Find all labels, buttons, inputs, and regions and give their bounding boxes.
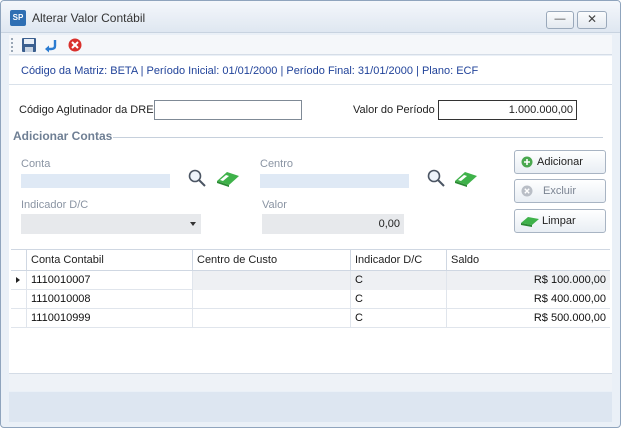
cell-saldo[interactable]: R$ 500.000,00 [447, 309, 610, 328]
current-row-icon [16, 277, 20, 283]
cell-indicador[interactable]: C [351, 290, 447, 309]
cell-centro[interactable] [193, 290, 351, 309]
minimize-button[interactable]: — [546, 11, 574, 29]
cell-conta[interactable]: 1110010007 [27, 271, 193, 290]
excluir-label: Excluir [543, 185, 577, 197]
form-content: Código da Matriz: BETA | Período Inicial… [9, 56, 612, 391]
aglutinador-input[interactable] [154, 100, 302, 120]
centro-eraser-icon[interactable] [453, 168, 479, 188]
group-title: Adicionar Contas [13, 129, 113, 143]
cancel-icon[interactable] [67, 37, 83, 53]
column-header-saldo[interactable]: Saldo [447, 250, 610, 271]
status-bar [9, 392, 612, 422]
centro-input[interactable] [260, 174, 409, 188]
row-selector[interactable] [11, 290, 27, 309]
group-divider [113, 137, 603, 138]
column-header-conta[interactable]: Conta Contabil [27, 250, 193, 271]
info-text: Código da Matriz: BETA | Período Inicial… [21, 65, 479, 77]
toolbar [9, 35, 612, 55]
add-icon [521, 156, 533, 168]
eraser-icon[interactable] [215, 168, 241, 188]
search-icon[interactable] [187, 168, 207, 188]
cell-centro[interactable] [193, 309, 351, 328]
toolbar-grip[interactable] [11, 38, 13, 52]
limpar-label: Limpar [542, 215, 576, 227]
valor-periodo-input[interactable]: 1.000.000,00 [438, 100, 577, 120]
row-selector[interactable] [11, 271, 27, 290]
adicionar-label: Adicionar [537, 156, 583, 168]
excluir-button[interactable]: Excluir [514, 179, 606, 203]
indicador-label: Indicador D/C [21, 199, 89, 211]
valor-label: Valor [262, 199, 287, 211]
adicionar-button[interactable]: Adicionar [514, 150, 606, 174]
cell-centro[interactable] [193, 271, 351, 290]
cell-saldo[interactable]: R$ 400.000,00 [447, 290, 610, 309]
aglutinador-label: Código Aglutinador da DRE [19, 104, 154, 116]
cell-indicador[interactable]: C [351, 271, 447, 290]
table-row[interactable]: 1110010007 C R$ 100.000,00 [11, 271, 610, 290]
chevron-down-icon[interactable] [190, 222, 196, 226]
remove-icon [521, 185, 533, 197]
cell-indicador[interactable]: C [351, 309, 447, 328]
table-row[interactable]: 1110010008 C R$ 400.000,00 [11, 290, 610, 309]
accounts-table[interactable]: Conta Contabil Centro de Custo Indicador… [11, 249, 610, 391]
window-title: Alterar Valor Contábil [32, 11, 146, 25]
valor-periodo-label: Valor do Período [353, 104, 435, 116]
cell-conta[interactable]: 1110010999 [27, 309, 193, 328]
cell-saldo[interactable]: R$ 100.000,00 [447, 271, 610, 290]
centro-search-icon[interactable] [426, 168, 446, 188]
column-header-centro[interactable]: Centro de Custo [193, 250, 351, 271]
table-row[interactable]: 1110010999 C R$ 500.000,00 [11, 309, 610, 328]
table-footer [9, 373, 612, 391]
table-header: Conta Contabil Centro de Custo Indicador… [11, 250, 610, 271]
app-icon: SP [10, 10, 26, 26]
column-header-indicador[interactable]: Indicador D/C [351, 250, 447, 271]
eraser-icon [521, 217, 539, 227]
valor-input[interactable]: 0,00 [262, 214, 404, 234]
header-indicator-cell [11, 250, 27, 271]
limpar-button[interactable]: Limpar [514, 209, 606, 233]
dialog-window: SP Alterar Valor Contábil — ✕ Código da … [0, 0, 621, 428]
centro-label: Centro [260, 158, 294, 170]
indicador-select[interactable] [21, 214, 201, 234]
info-bar: Código da Matriz: BETA | Período Inicial… [9, 56, 612, 85]
save-icon[interactable] [21, 37, 37, 53]
title-bar[interactable]: SP Alterar Valor Contábil — ✕ [1, 1, 620, 33]
close-button[interactable]: ✕ [577, 11, 607, 29]
conta-label: Conta [21, 158, 51, 170]
undo-icon[interactable] [43, 37, 59, 53]
conta-input[interactable] [21, 174, 170, 188]
row-selector[interactable] [11, 309, 27, 328]
cell-conta[interactable]: 1110010008 [27, 290, 193, 309]
